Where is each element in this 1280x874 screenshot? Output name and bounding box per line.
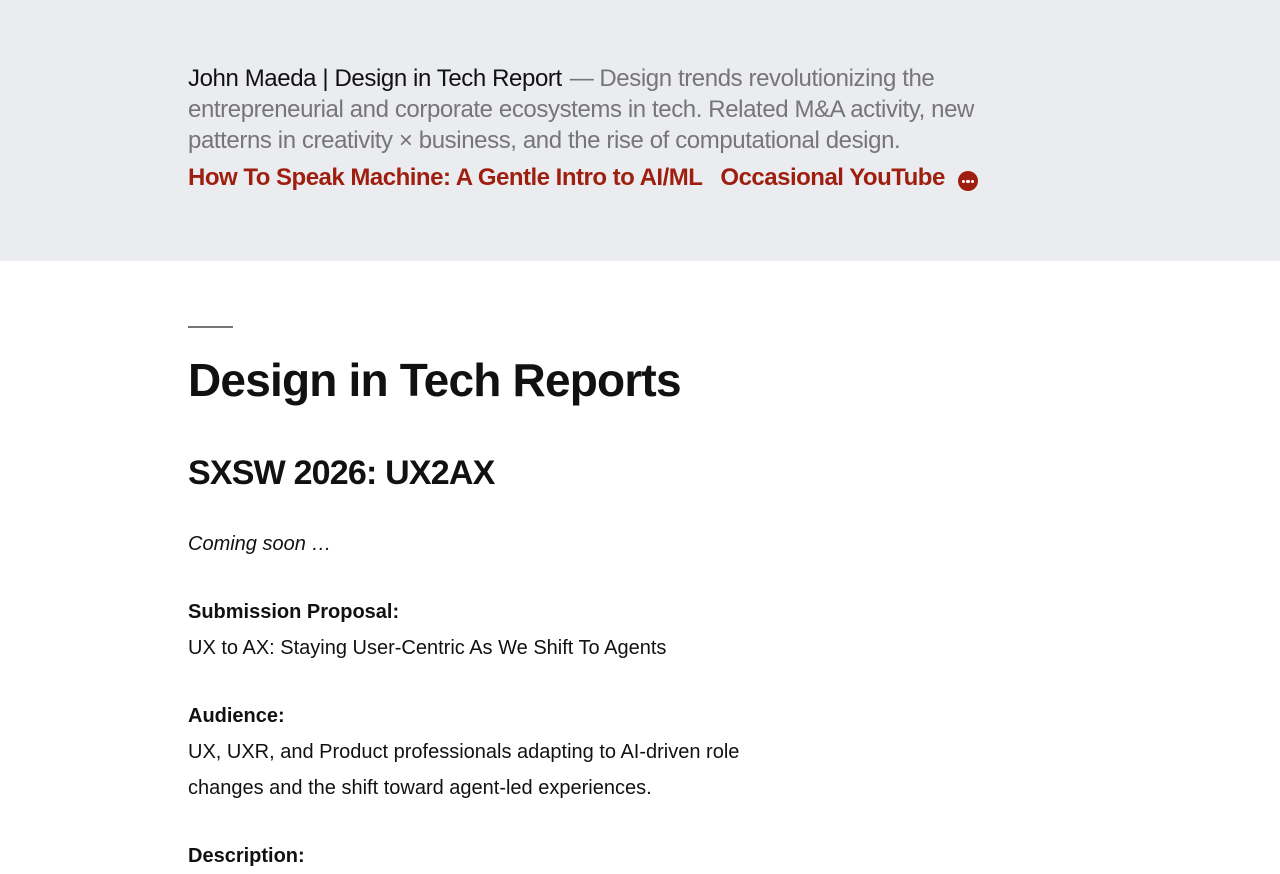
section-heading: SXSW 2026: UX2AX: [188, 454, 495, 492]
description-label: Description:: [188, 845, 305, 867]
main-content: Design in Tech Reports SXSW 2026: UX2AX …: [188, 326, 788, 874]
site-title-link[interactable]: John Maeda | Design in Tech Report: [188, 65, 562, 92]
more-horizontal-icon[interactable]: [957, 171, 978, 191]
submission-block: Submission Proposal: UX to AX: Staying U…: [188, 594, 788, 666]
title-separator: —: [569, 65, 594, 92]
nav-link-youtube[interactable]: Occasional YouTube: [720, 162, 945, 194]
audience-block: Audience: UX, UXR, and Product professio…: [188, 698, 788, 806]
coming-soon-text: Coming soon …: [188, 533, 332, 555]
page-title: Design in Tech Reports: [188, 354, 682, 406]
description-block: Description:: [188, 838, 788, 874]
submission-label: Submission Proposal:: [188, 601, 400, 623]
nav-link-speak-machine[interactable]: How To Speak Machine: A Gentle Intro to …: [188, 162, 703, 194]
primary-nav: How To Speak Machine: A Gentle Intro to …: [188, 162, 978, 194]
site-branding: John Maeda | Design in Tech Report — Desig…: [188, 63, 1048, 156]
audience-value: UX, UXR, and Product professionals adapt…: [188, 741, 740, 799]
site-header: John Maeda | Design in Tech Report — Desig…: [0, 0, 1280, 261]
title-divider: [188, 326, 233, 328]
audience-label: Audience:: [188, 705, 285, 727]
submission-value: UX to AX: Staying User-Centric As We Shi…: [188, 637, 667, 659]
